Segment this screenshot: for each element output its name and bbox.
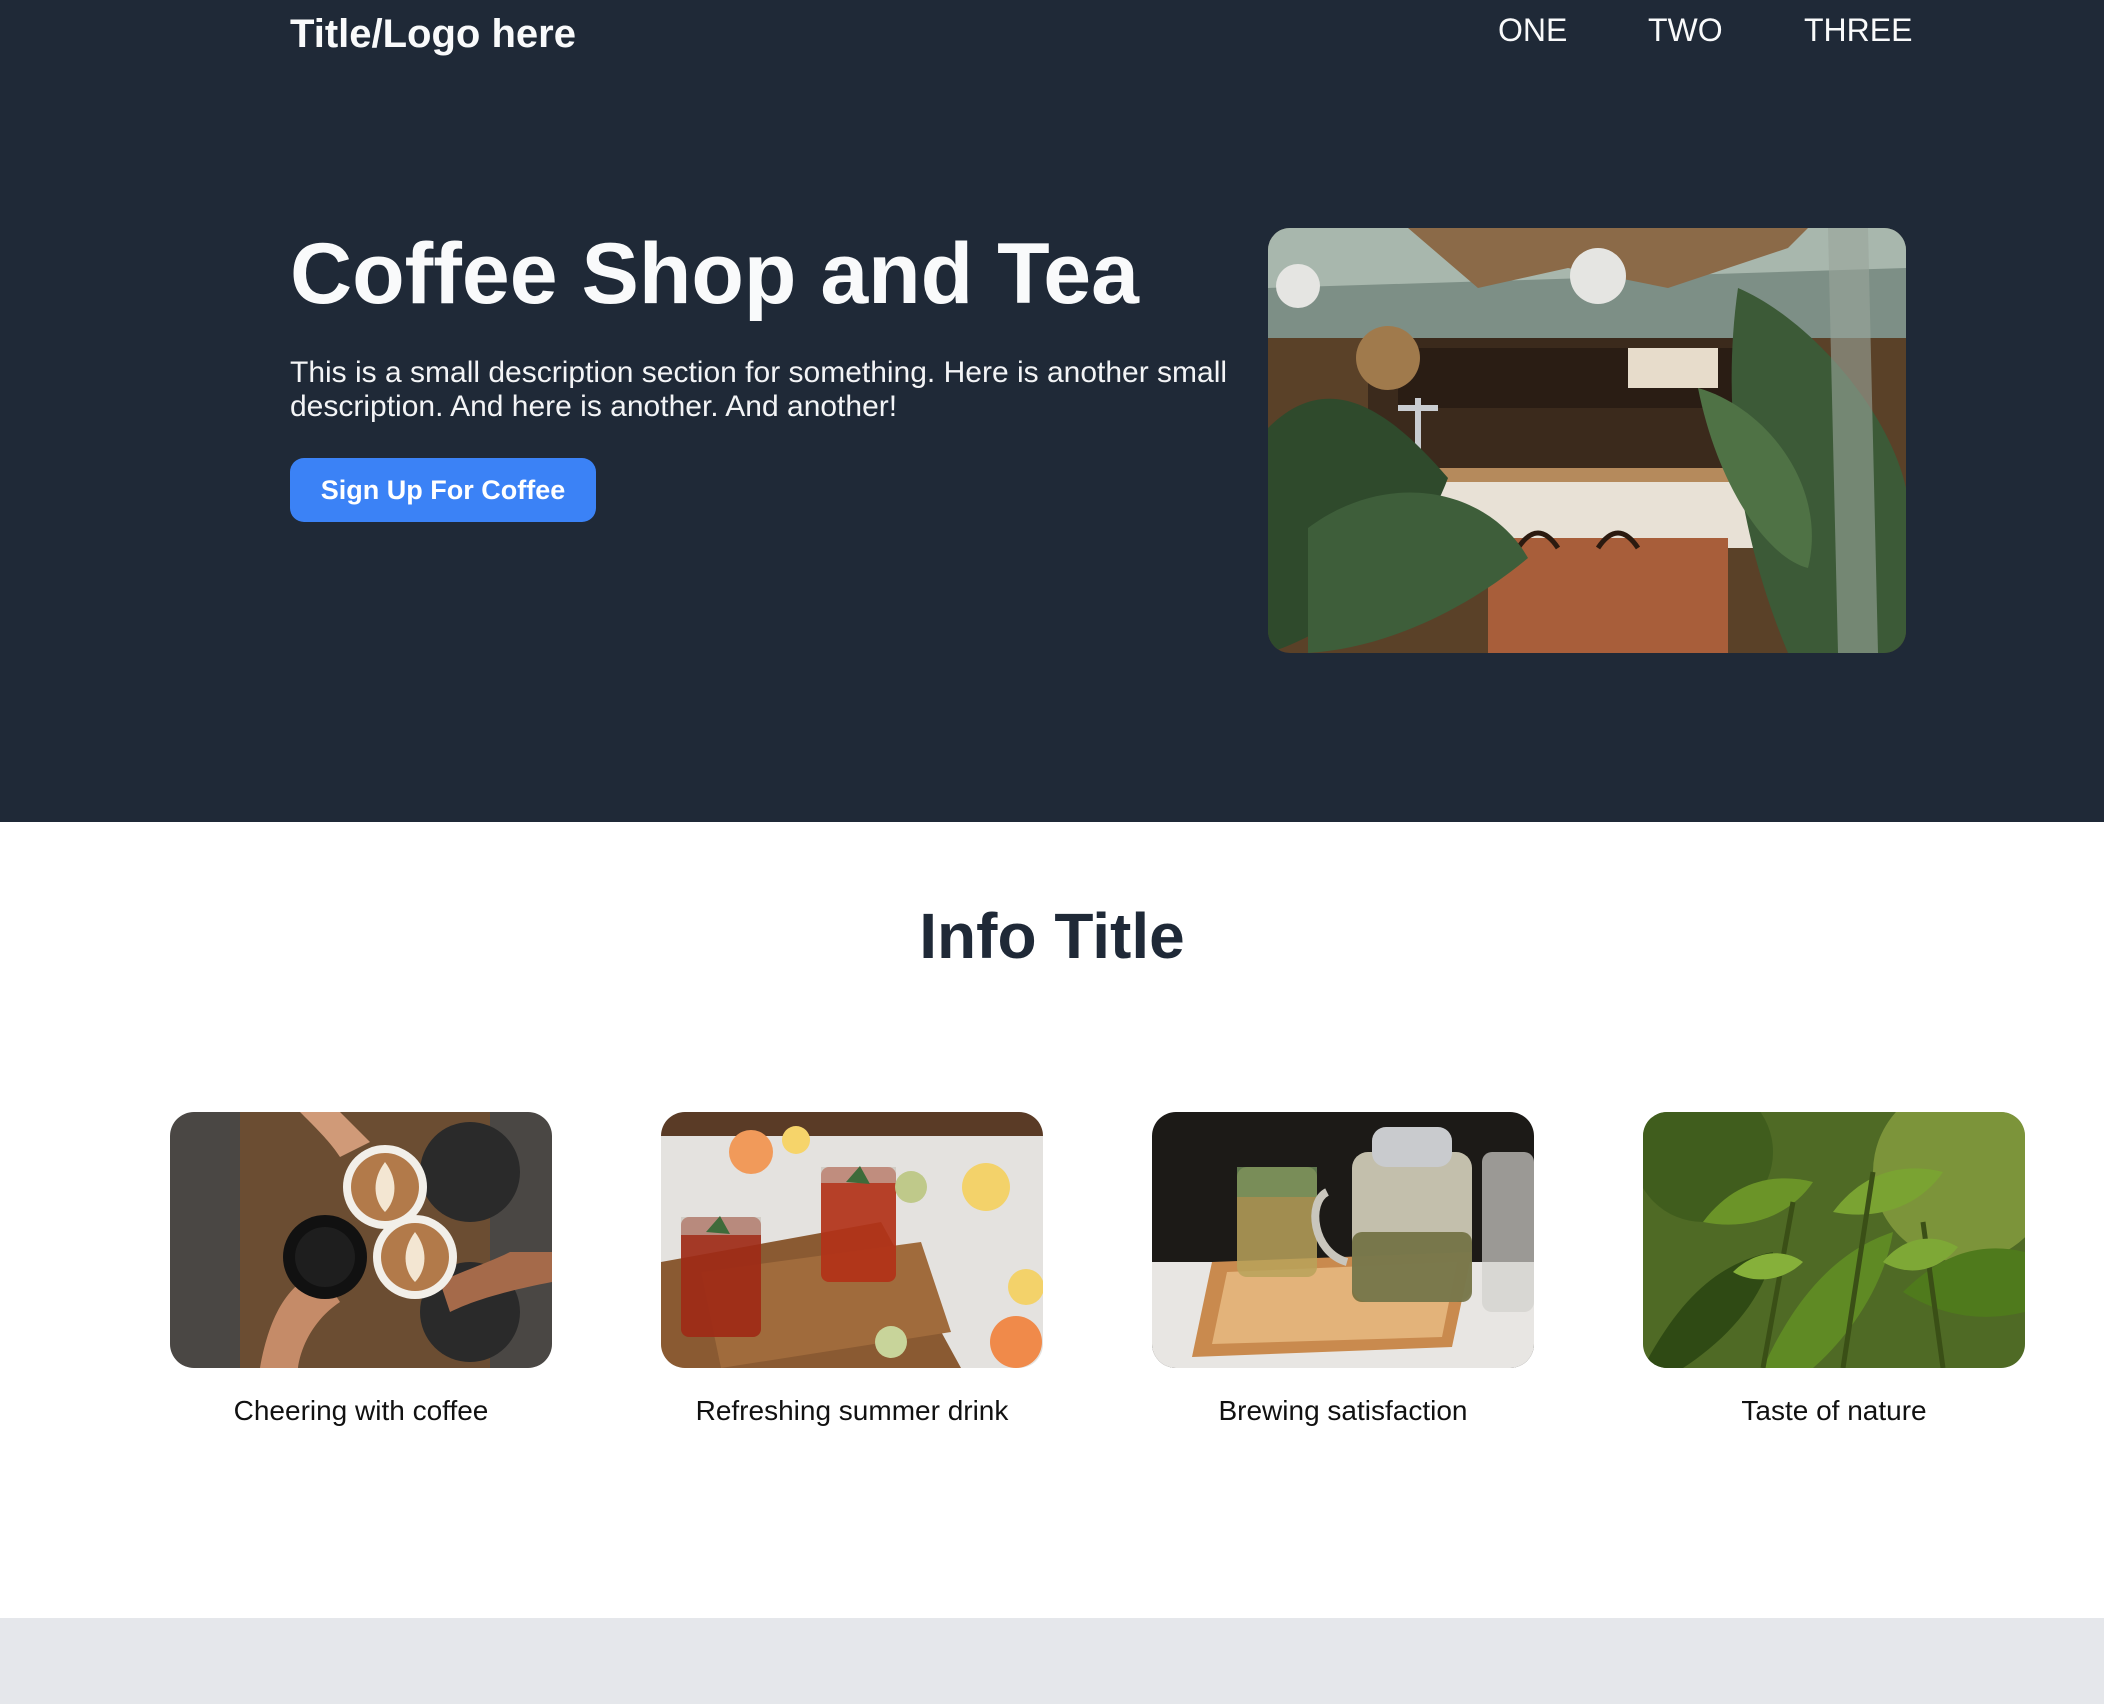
info-card: Refreshing summer drink: [661, 1112, 1043, 1428]
hero-description: This is a small description section for …: [290, 356, 1228, 423]
card-caption: Refreshing summer drink: [695, 1395, 1009, 1426]
info-title: Info Title: [919, 900, 1185, 972]
nav-link-two[interactable]: TWO: [1648, 10, 1723, 50]
tea-pot-brewing-image: [1152, 1112, 1534, 1368]
hero-section: Title/Logo here ONE TWO THREE Coffee Sho…: [0, 0, 2104, 822]
info-card: Brewing satisfaction: [1152, 1112, 1534, 1428]
footer: [0, 1618, 2104, 1704]
info-card: Taste of nature: [1643, 1112, 2025, 1428]
coffee-shop-interior-image: [1268, 228, 1906, 653]
hero-title: Coffee Shop and Tea: [290, 226, 1139, 322]
card-caption: Taste of nature: [1741, 1395, 1927, 1426]
site-logo[interactable]: Title/Logo here: [290, 10, 576, 58]
nav-link-one[interactable]: ONE: [1498, 10, 1567, 50]
info-card: Cheering with coffee: [170, 1112, 552, 1428]
iced-tea-glasses-image: [661, 1112, 1043, 1368]
coffee-cups-toast-image: [170, 1112, 552, 1368]
card-caption: Brewing satisfaction: [1218, 1395, 1468, 1426]
sign-up-button[interactable]: Sign Up For Coffee: [290, 458, 596, 522]
card-caption: Cheering with coffee: [233, 1395, 489, 1426]
nav-link-three[interactable]: THREE: [1804, 10, 1912, 50]
tea-leaves-image: [1643, 1112, 2025, 1368]
